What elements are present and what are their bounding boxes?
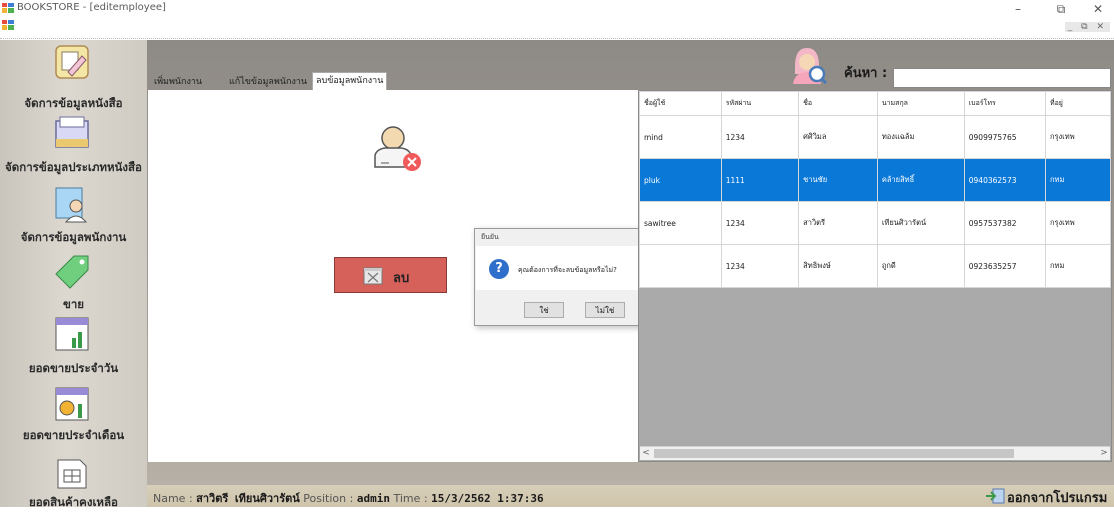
- scroll-left-icon[interactable]: <: [640, 447, 652, 460]
- sidebar-item-label: จัดการข้อมูลประเภทหนังสือ: [5, 160, 142, 174]
- status-bar: Name : สาวิตรี เทียนศิวารัตน์ Position :…: [147, 485, 1114, 507]
- sidebar-item-label: จัดการข้อมูลหนังสือ: [24, 96, 123, 110]
- table-cell[interactable]: ถูกดี: [876, 244, 965, 288]
- status-name-value: สาวิตรี เทียนศิวารัตน์: [196, 492, 300, 505]
- table-cell[interactable]: [639, 244, 722, 288]
- table-cell[interactable]: 1234: [720, 201, 800, 245]
- minimize-button[interactable]: –: [1007, 2, 1029, 16]
- sidebar-item-label: ยอดขายประจำเดือน: [22, 428, 125, 442]
- table-cell[interactable]: สิทธิพงษ์: [798, 244, 878, 288]
- status-position-label: Position :: [303, 492, 354, 505]
- employee-table: ชื่อผู้ใช้ รหัสผ่าน ชื่อ นามสกุล เบอร์โท…: [639, 91, 1112, 288]
- table-cell[interactable]: กทม: [1044, 158, 1112, 202]
- status-text: Name : สาวิตรี เทียนศิวารัตน์ Position :…: [153, 489, 544, 507]
- column-header-address[interactable]: ที่อยู่: [1044, 91, 1112, 116]
- title-bar: BOOKSTORE - [editemployee] – ⧉ ✕ _ ⧉ ✕: [0, 0, 1114, 36]
- table-cell[interactable]: 0923635257: [963, 244, 1046, 288]
- table-cell[interactable]: กทม: [1044, 244, 1112, 288]
- table-cell[interactable]: mind: [639, 115, 722, 159]
- table-row[interactable]: sawitree 1234 สาวิตรี เทียนศิวารัตน์ 095…: [639, 201, 1112, 245]
- dialog-body: ? คุณต้องการที่จะลบข้อมูลหรือไม่?: [476, 246, 658, 290]
- sidebar-item-label: ยอดขายประจำวัน: [28, 361, 119, 375]
- table-cell[interactable]: 1234: [720, 244, 800, 288]
- price-tag-icon: [55, 255, 89, 289]
- app-icon: [2, 3, 14, 13]
- table-cell[interactable]: 0957537382: [963, 201, 1046, 245]
- tab-delete-employee[interactable]: ลบข้อมูลพนักงาน: [312, 72, 388, 91]
- table-cell[interactable]: คล้ายสิทธิ์: [876, 158, 965, 202]
- question-icon: ?: [489, 259, 509, 279]
- mdi-window-controls[interactable]: _ ⧉ ✕: [1064, 22, 1110, 32]
- column-header-phone[interactable]: เบอร์โทร: [963, 91, 1046, 116]
- employee-grid[interactable]: ชื่อผู้ใช้ รหัสผ่าน ชื่อ นามสกุล เบอร์โท…: [638, 90, 1112, 462]
- status-position-value: admin: [356, 492, 390, 505]
- tab-add-employee[interactable]: เพิ่มพนักงาน: [151, 74, 205, 90]
- dialog-message: คุณต้องการที่จะลบข้อมูลหรือไม่?: [518, 266, 617, 274]
- table-row[interactable]: 1234 สิทธิพงษ์ ถูกดี 0923635257 กทม: [639, 244, 1112, 288]
- close-button[interactable]: ✕: [1087, 2, 1109, 16]
- delete-button[interactable]: ลบ: [334, 257, 447, 293]
- table-cell[interactable]: 1234: [720, 115, 800, 159]
- exit-door-icon: [986, 488, 1005, 504]
- confirm-dialog: ยืนยัน ? คุณต้องการที่จะลบข้อมูลหรือไม่?…: [474, 228, 660, 326]
- table-cell[interactable]: pluk: [639, 158, 722, 202]
- table-cell[interactable]: 0940362573: [963, 158, 1046, 202]
- dialog-title: ยืนยัน: [481, 233, 499, 241]
- book-category-icon: [55, 116, 89, 148]
- sidebar-item-label: จัดการข้อมูลพนักงาน: [20, 230, 127, 244]
- sidebar: จัดการข้อมูลหนังสือ จัดการข้อมูลประเภทหน…: [0, 40, 147, 509]
- status-time-value: 15/3/2562 1:37:36: [431, 492, 544, 505]
- table-cell[interactable]: ศศิวิมล: [798, 115, 878, 159]
- table-cell[interactable]: สาวิตรี: [798, 201, 878, 245]
- window-title: BOOKSTORE - [editemployee]: [17, 2, 166, 13]
- table-cell[interactable]: ทองแฉล้ม: [876, 115, 965, 159]
- sidebar-item-label: ขาย: [62, 297, 85, 311]
- column-header-password[interactable]: รหัสผ่าน: [720, 91, 800, 116]
- status-time-label: Time :: [393, 492, 428, 505]
- horizontal-scrollbar[interactable]: < >: [640, 446, 1110, 460]
- dialog-no-button[interactable]: ไม่ใช่: [585, 302, 625, 318]
- scroll-right-icon[interactable]: >: [1098, 447, 1110, 460]
- column-header-lastname[interactable]: นามสกุล: [876, 91, 965, 116]
- tab-edit-employee[interactable]: แก้ไขข้อมูลพนักงาน: [226, 74, 310, 90]
- search-avatar-icon: [793, 48, 827, 84]
- table-cell[interactable]: กรุงเทพ: [1044, 115, 1112, 159]
- column-header-username[interactable]: ชื่อผู้ใช้: [639, 91, 722, 116]
- remove-user-icon: [374, 126, 421, 171]
- exit-button-label: ออกจากโปรแกรม: [1007, 491, 1108, 506]
- delete-button-label: ลบ: [393, 271, 410, 286]
- trash-icon: [363, 267, 383, 285]
- table-cell[interactable]: sawitree: [639, 201, 722, 245]
- table-row[interactable]: mind 1234 ศศิวิมล ทองแฉล้ม 0909975765 กร…: [639, 115, 1112, 159]
- table-cell[interactable]: ชานชัย: [798, 158, 878, 202]
- table-header-row: ชื่อผู้ใช้ รหัสผ่าน ชื่อ นามสกุล เบอร์โท…: [639, 91, 1112, 116]
- table-cell[interactable]: เทียนศิวารัตน์: [876, 201, 965, 245]
- stock-calendar-icon: [57, 459, 87, 489]
- column-header-firstname[interactable]: ชื่อ: [798, 91, 878, 116]
- book-edit-icon: [55, 45, 89, 79]
- search-label: ค้นหา :: [844, 66, 888, 81]
- table-row-selected[interactable]: pluk 1111 ชานชัย คล้ายสิทธิ์ 0940362573 …: [639, 158, 1112, 202]
- scrollbar-thumb[interactable]: [654, 449, 1014, 458]
- table-cell[interactable]: 0909975765: [963, 115, 1046, 159]
- status-name-label: Name :: [153, 492, 193, 505]
- employee-icon: [55, 187, 88, 223]
- mdi-child-icon[interactable]: [2, 20, 14, 30]
- search-input[interactable]: [893, 68, 1111, 88]
- table-cell[interactable]: 1111: [720, 158, 800, 202]
- monthly-chart-icon: [55, 387, 89, 421]
- maximize-button[interactable]: ⧉: [1050, 2, 1072, 17]
- daily-chart-icon: [55, 317, 89, 351]
- dialog-yes-button[interactable]: ใช่: [524, 302, 564, 318]
- sidebar-item-label: ยอดสินค้าคงเหลือ: [29, 495, 118, 509]
- menu-strip-border: [0, 38, 1114, 39]
- table-cell[interactable]: กรุงเทพ: [1044, 201, 1112, 245]
